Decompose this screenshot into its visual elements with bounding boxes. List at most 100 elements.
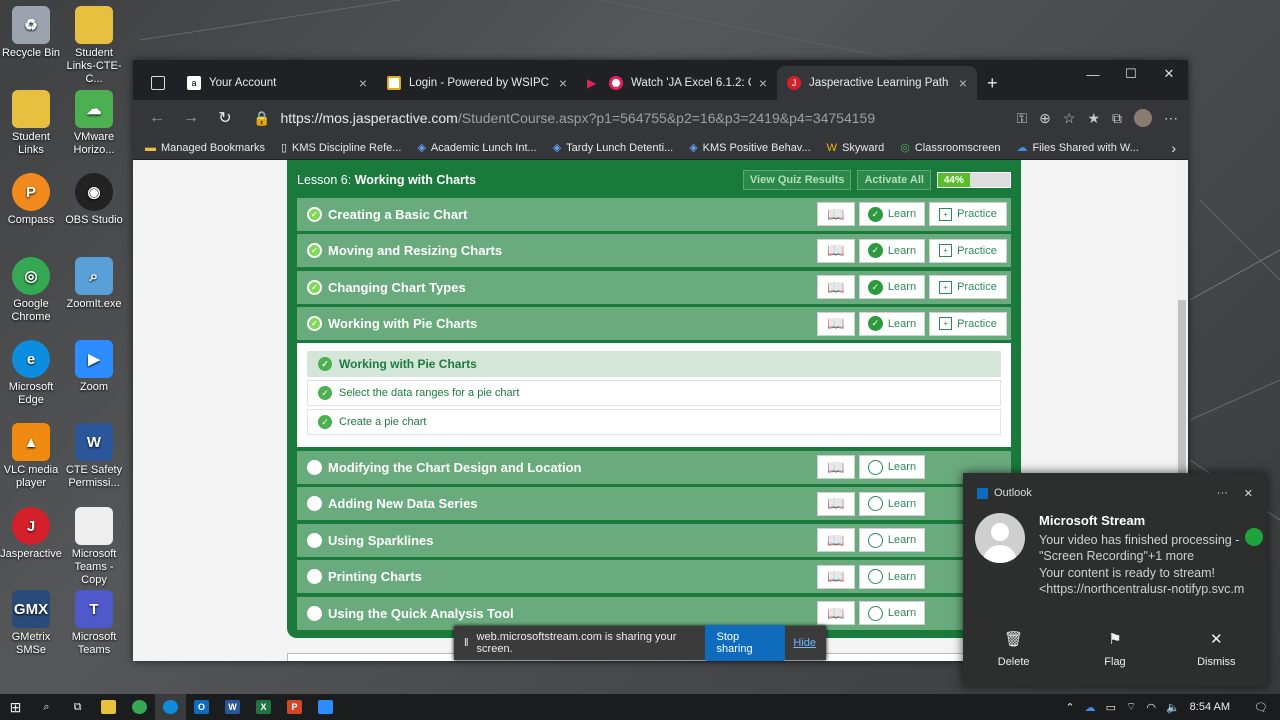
tab-jasperactive[interactable]: J Jasperactive Learning Path ×: [777, 66, 977, 100]
search-button[interactable]: ⌕: [31, 694, 62, 720]
bookmark-kms-discipline[interactable]: ▯ KMS Discipline Refe...: [281, 141, 402, 155]
more-options-icon[interactable]: ···: [1217, 487, 1228, 499]
favorites-icon[interactable]: ★: [1087, 110, 1100, 127]
dismiss-button[interactable]: ✕ Dismiss: [1176, 630, 1256, 668]
practice-button[interactable]: + Practice: [929, 238, 1007, 263]
bookmarks-more-icon[interactable]: ›: [1171, 140, 1176, 156]
bookmark-classroomscreen[interactable]: ◎ Classroomscreen: [900, 141, 1000, 155]
taskbar-word[interactable]: W: [217, 694, 248, 720]
learn-button[interactable]: ✓ Learn: [859, 275, 925, 299]
bookmark-tardy-lunch[interactable]: ◈ Tardy Lunch Detenti...: [553, 141, 673, 155]
taskbar-chrome[interactable]: [124, 694, 155, 720]
tab-wsipc-login[interactable]: Login - Powered by WSIPC ×: [377, 66, 577, 100]
notifications-icon[interactable]: 🗨: [1254, 701, 1268, 714]
desktop-icon[interactable]: ◉ OBS Studio: [63, 173, 125, 227]
maximize-icon[interactable]: ☐: [1112, 60, 1150, 88]
url-field[interactable]: 🔒 https://mos.jasperactive.com/StudentCo…: [245, 104, 1011, 132]
desktop-icon[interactable]: ◎ Google Chrome: [0, 257, 62, 324]
desktop-icon[interactable]: ▶ Zoom: [63, 340, 125, 394]
back-icon[interactable]: ←: [143, 109, 171, 127]
taskbar-excel[interactable]: X: [248, 694, 279, 720]
taskbar-powerpoint[interactable]: P: [279, 694, 310, 720]
desktop-icon[interactable]: ▲ VLC media player: [0, 423, 62, 490]
close-window-icon[interactable]: ✕: [1150, 60, 1188, 88]
bookmark-managed[interactable]: ▬ Managed Bookmarks: [145, 142, 265, 154]
chevron-up-icon[interactable]: ⌃: [1065, 701, 1074, 714]
learn-button[interactable]: Learn: [859, 528, 925, 552]
book-button[interactable]: 📖: [817, 601, 855, 625]
bookmark-files-shared[interactable]: ☁ Files Shared with W...: [1016, 141, 1138, 155]
topic-row[interactable]: ✓ Creating a Basic Chart 📖 ✓ Learn + Practice: [297, 197, 1011, 231]
desktop-icon[interactable]: Student Links-CTE-C...: [63, 6, 125, 86]
book-button[interactable]: 📖: [817, 491, 855, 516]
topic-row[interactable]: Using Sparklines 📖 Learn: [297, 523, 1011, 557]
taskbar-edge[interactable]: [155, 694, 186, 720]
onedrive-icon[interactable]: ☁: [1085, 701, 1096, 714]
topic-row[interactable]: Using the Quick Analysis Tool 📖 Learn: [297, 596, 1011, 630]
new-tab-button[interactable]: +: [977, 66, 1013, 100]
desktop-icon[interactable]: GMX GMetrix SMSe: [0, 590, 62, 657]
profile-avatar[interactable]: [1134, 109, 1152, 127]
topic-row[interactable]: Adding New Data Series 📖 Learn: [297, 487, 1011, 520]
forward-icon[interactable]: →: [177, 109, 205, 127]
close-notification-icon[interactable]: ✕: [1244, 487, 1253, 500]
activate-all-button[interactable]: Activate All: [857, 170, 931, 190]
task-view-button[interactable]: ⧉: [62, 694, 93, 720]
book-button[interactable]: 📖: [817, 528, 855, 552]
taskbar-zoom[interactable]: [310, 694, 341, 720]
tab-panel-toggle[interactable]: [141, 66, 177, 100]
taskbar-file-explorer[interactable]: [93, 694, 124, 720]
flag-button[interactable]: ⚑ Flag: [1075, 630, 1155, 668]
add-favorite-icon[interactable]: ☆: [1063, 110, 1076, 127]
minimize-icon[interactable]: —: [1074, 60, 1112, 88]
learn-button[interactable]: Learn: [859, 491, 925, 516]
learn-button[interactable]: Learn: [859, 564, 925, 589]
bookmark-academic-lunch[interactable]: ◈ Academic Lunch Int...: [417, 141, 536, 155]
view-quiz-results-button[interactable]: View Quiz Results: [742, 170, 852, 190]
desktop-icon[interactable]: T Microsoft Teams: [63, 590, 125, 657]
book-button[interactable]: 📖: [817, 238, 855, 263]
desktop-icon[interactable]: W CTE Safety Permissi...: [63, 423, 125, 490]
scrollbar-thumb[interactable]: [1178, 300, 1186, 480]
practice-button[interactable]: + Practice: [929, 311, 1007, 336]
start-button[interactable]: ⊞: [0, 694, 31, 720]
topic-row[interactable]: ✓ Moving and Resizing Charts 📖 ✓ Learn + Pract…: [297, 234, 1011, 267]
reload-icon[interactable]: ↻: [211, 108, 239, 128]
desktop-icon[interactable]: ♻ Recycle Bin: [0, 6, 62, 60]
network-icon[interactable]: ⌔: [1126, 700, 1136, 714]
hide-share-bar-link[interactable]: Hide: [793, 637, 816, 649]
drag-handle-icon[interactable]: ‖: [464, 637, 469, 649]
expanded-topic-heading[interactable]: ✓ Working with Pie Charts: [307, 351, 1001, 377]
desktop-icon[interactable]: e Microsoft Edge: [0, 340, 62, 407]
topic-row[interactable]: Printing Charts 📖 Learn: [297, 560, 1011, 593]
close-tab-icon[interactable]: ×: [959, 75, 967, 91]
tab-stream-video[interactable]: ▶ Watch 'JA Excel 6.1.2: Creati ×: [577, 66, 777, 100]
learn-button[interactable]: ✓ Learn: [859, 238, 925, 263]
book-button[interactable]: 📖: [817, 202, 855, 226]
desktop-icon[interactable]: P Compass: [0, 173, 62, 227]
delete-button[interactable]: 🗑 Delete: [974, 630, 1054, 668]
key-icon[interactable]: ⚿: [1016, 110, 1027, 127]
close-tab-icon[interactable]: ×: [359, 75, 367, 91]
desktop-icon[interactable]: J Jasperactive: [0, 507, 62, 561]
close-tab-icon[interactable]: ×: [759, 75, 767, 91]
desktop-icon[interactable]: ☁ VMware Horizo...: [63, 90, 125, 157]
subtask-item[interactable]: ✓ Select the data ranges for a pie chart: [307, 380, 1001, 406]
practice-button[interactable]: + Practice: [929, 275, 1007, 299]
practice-button[interactable]: + Practice: [929, 202, 1007, 226]
topic-row[interactable]: ✓ Working with Pie Charts 📖 ✓ Learn + Practice: [297, 307, 1011, 340]
subtask-item[interactable]: ✓ Create a pie chart: [307, 409, 1001, 435]
book-button[interactable]: 📖: [817, 455, 855, 479]
learn-button[interactable]: Learn: [859, 601, 925, 625]
tab-your-account[interactable]: a Your Account ×: [177, 66, 377, 100]
book-button[interactable]: 📖: [817, 311, 855, 336]
learn-button[interactable]: ✓ Learn: [859, 202, 925, 226]
desktop-icon[interactable]: ⌕ ZoomIt.exe: [63, 257, 125, 311]
notification-body[interactable]: Microsoft Stream Your video has finished…: [963, 513, 1267, 598]
volume-icon[interactable]: 🔈: [1166, 701, 1180, 714]
clock[interactable]: 8:54 AM: [1190, 701, 1230, 713]
desktop-icon[interactable]: Microsoft Teams - Copy: [63, 507, 125, 587]
close-tab-icon[interactable]: ×: [559, 75, 567, 91]
learn-button[interactable]: ✓ Learn: [859, 311, 925, 336]
taskbar-outlook[interactable]: O: [186, 694, 217, 720]
